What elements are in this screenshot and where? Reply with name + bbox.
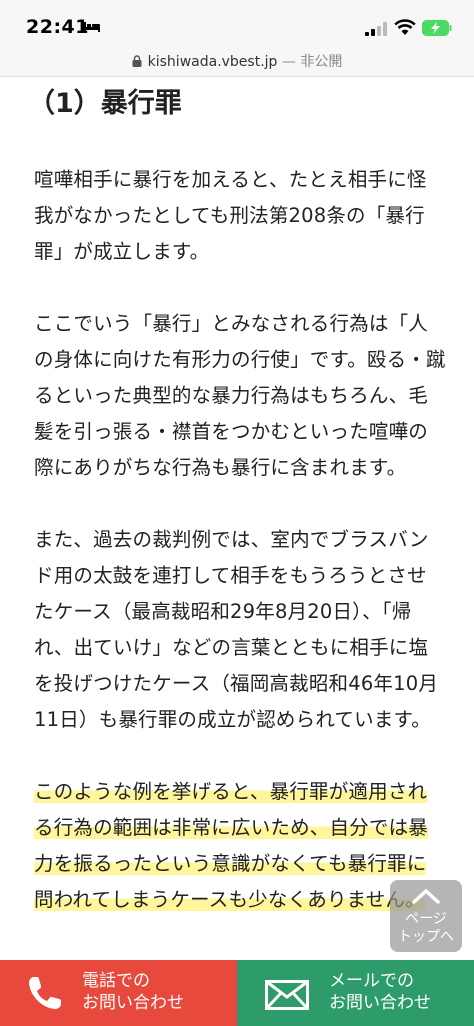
wifi-icon [394, 19, 416, 35]
battery-charging-icon [422, 20, 452, 36]
lock-icon [132, 55, 142, 67]
page-top-button[interactable]: ページ トップへ [390, 880, 462, 952]
mail-contact-label: メールでの お問い合わせ [329, 971, 431, 1013]
url-separator: — [277, 54, 301, 70]
mail-icon [265, 980, 309, 1010]
url-row[interactable]: kishiwada.vbest.jp — 非公開 [0, 51, 474, 71]
chevron-up-icon [412, 889, 440, 904]
phone-contact-button[interactable]: 電話での お問い合わせ [0, 960, 237, 1026]
status-time: 22:41 [26, 16, 89, 38]
section-heading: （1）暴行罪 [28, 88, 182, 119]
article-content: （1）暴行罪 喧嘩相手に暴行を加えると、たとえ相手に怪我がなかったとしても刑法第… [28, 84, 446, 954]
url-privacy-status: 非公開 [300, 54, 343, 70]
phone-contact-label: 電話での お問い合わせ [82, 971, 184, 1013]
sleep-mode-icon [84, 22, 100, 32]
article-paragraph: 喧嘩相手に暴行を加えると、たとえ相手に怪我がなかったとしても刑法第208条の「暴… [34, 168, 427, 263]
contact-footer: 電話での お問い合わせ メールでの お問い合わせ [0, 960, 474, 1026]
phone-icon [29, 977, 61, 1009]
article-paragraph: ここでいう「暴行」とみなされる行為は「人の身体に向けた有形力の行使」です。殴る・… [34, 312, 446, 479]
article-paragraph: また、過去の裁判例では、室内でブラスバンド用の太鼓を連打して相手をもうろうとさせ… [34, 528, 439, 731]
highlighted-paragraph: このような例を挙げると、暴行罪が適用される行為の範囲は非常に広いため、自分では暴… [34, 774, 446, 918]
mail-contact-button[interactable]: メールでの お問い合わせ [237, 960, 474, 1026]
highlighted-text: このような例を挙げると、暴行罪が適用される行為の範囲は非常に広いため、自分では暴… [34, 780, 429, 911]
status-bar: 22:41 [0, 0, 474, 46]
cellular-signal-icon [365, 22, 387, 36]
url-domain: kishiwada.vbest.jp [147, 54, 278, 70]
page-top-label: ページ トップへ [398, 911, 454, 945]
url-bar[interactable]: kishiwada.vbest.jp — 非公開 [0, 46, 474, 77]
